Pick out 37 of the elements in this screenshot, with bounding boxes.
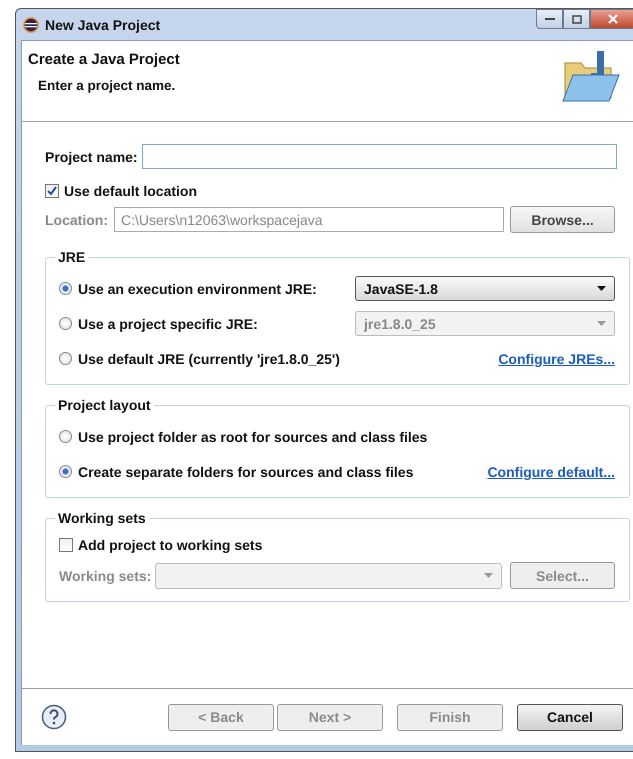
group-title: Project layout bbox=[57, 397, 152, 413]
field-label: Working sets: bbox=[59, 568, 152, 584]
maximize-button[interactable] bbox=[563, 9, 590, 29]
maximize-icon bbox=[572, 14, 582, 24]
caret-icon bbox=[597, 321, 606, 326]
radio-label: Use default JRE (currently 'jre1.8.0_25') bbox=[78, 350, 341, 366]
checkbox-label: Use default location bbox=[64, 183, 198, 199]
minimize-button[interactable] bbox=[536, 9, 563, 29]
minimize-icon bbox=[544, 17, 554, 21]
radio-label: Use project folder as root for sources and class files bbox=[78, 428, 428, 444]
wizard-message: Enter a project name. bbox=[37, 78, 176, 93]
caret-icon bbox=[597, 286, 606, 291]
close-button[interactable] bbox=[590, 9, 633, 29]
radio-button[interactable] bbox=[59, 282, 72, 295]
checkbox-label: Add project to working sets bbox=[78, 537, 262, 553]
close-icon bbox=[607, 14, 619, 24]
eclipse-icon bbox=[23, 16, 39, 32]
wizard-button[interactable]: Cancel bbox=[517, 704, 623, 730]
radio-label: Create separate folders for sources and class files bbox=[78, 464, 414, 480]
field-label: Location: bbox=[45, 212, 108, 228]
help-icon[interactable] bbox=[41, 704, 67, 730]
radio-button[interactable] bbox=[59, 465, 72, 478]
configure-link[interactable]: Configure JREs... bbox=[498, 350, 615, 366]
checkbox[interactable] bbox=[45, 184, 59, 198]
radio-label: Use a project specific JRE: bbox=[78, 316, 259, 332]
radio-button[interactable] bbox=[59, 430, 72, 443]
group-title: JRE bbox=[57, 249, 86, 265]
window-title: New Java Project bbox=[45, 16, 160, 32]
radio-button[interactable] bbox=[59, 352, 72, 365]
caret-icon bbox=[484, 573, 493, 578]
dropdown[interactable]: JavaSE-1.8 bbox=[355, 276, 615, 301]
group-title: Working sets bbox=[57, 510, 147, 526]
radio-label: Use an execution environment JRE: bbox=[78, 280, 318, 296]
configure-link[interactable]: Configure default... bbox=[487, 464, 615, 480]
wizard-title: Create a Java Project bbox=[28, 51, 180, 68]
field-label: Project name: bbox=[45, 148, 138, 164]
project-name-field[interactable] bbox=[142, 144, 617, 169]
